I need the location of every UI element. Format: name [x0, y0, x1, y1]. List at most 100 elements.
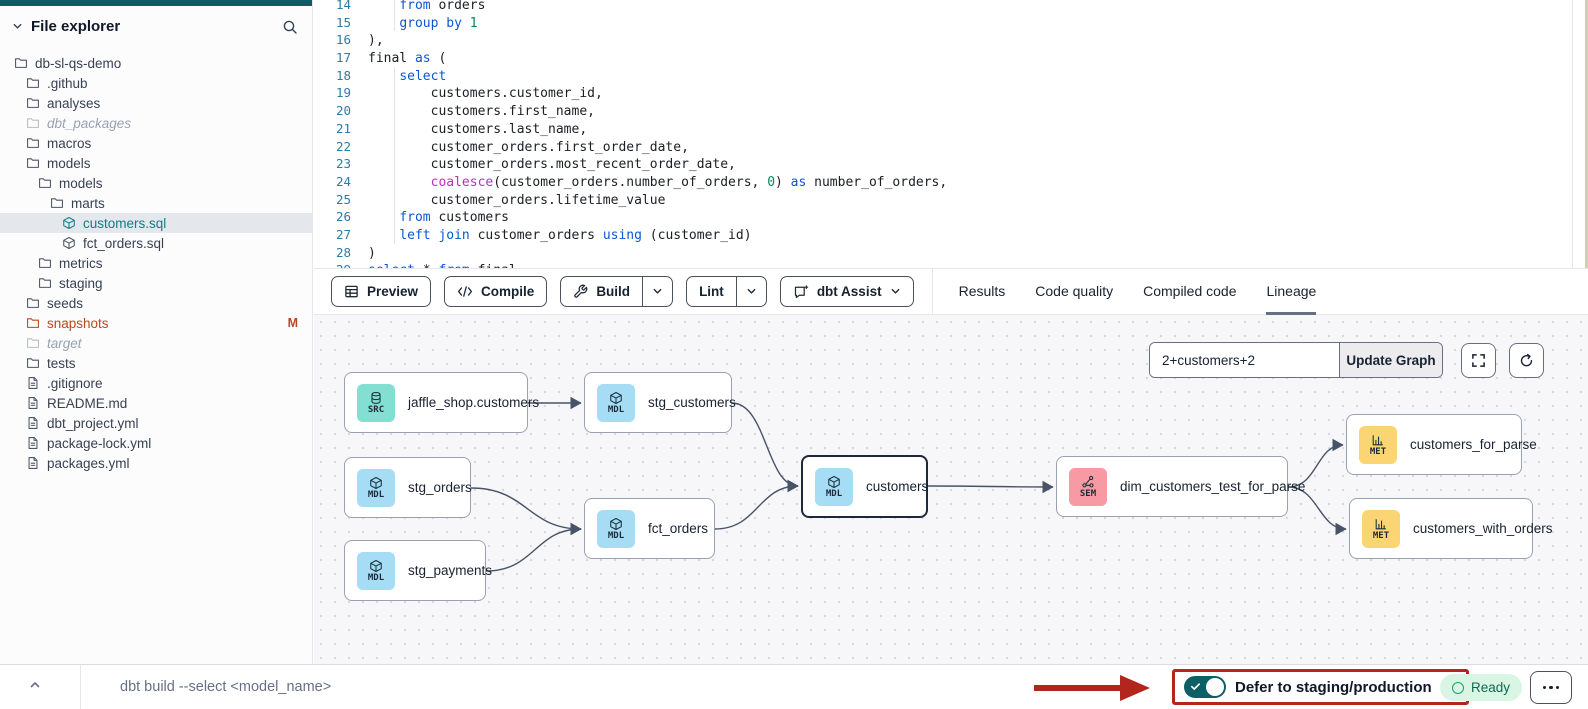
- share-icon: [1081, 475, 1095, 489]
- code-line: 15 group by 1: [314, 14, 1588, 32]
- lineage-canvas[interactable]: Update Graph SRCjaffle_shop.customers MDL…: [314, 315, 1588, 664]
- bars-icon: [1374, 517, 1388, 531]
- sidebar-item-dbt-project-yml[interactable]: dbt_project.yml: [0, 413, 312, 433]
- sidebar-item-github[interactable]: .github: [0, 73, 312, 93]
- code-editor[interactable]: 14 from orders15 group by 116),17final a…: [314, 0, 1588, 268]
- node-type-label: MET: [1370, 447, 1386, 457]
- defer-annotation-box: Defer to staging/production ?: [1172, 669, 1469, 705]
- update-graph-button[interactable]: Update Graph: [1339, 343, 1442, 377]
- search-icon[interactable]: [282, 19, 298, 35]
- tab-compiled-code[interactable]: Compiled code: [1143, 268, 1236, 315]
- assist-icon: [793, 284, 809, 300]
- chevron-down-icon: [652, 286, 663, 297]
- result-tabs: Results Code quality Compiled code Lineage: [933, 268, 1317, 315]
- build-button-main[interactable]: Build: [561, 277, 642, 306]
- sidebar-item-label: dbt_project.yml: [47, 416, 139, 431]
- sidebar-item-marts[interactable]: marts: [0, 193, 312, 213]
- tab-lineage[interactable]: Lineage: [1266, 268, 1316, 315]
- sidebar-item-label: metrics: [59, 256, 103, 271]
- sidebar-item-label: macros: [47, 136, 91, 151]
- lineage-node-jaffle_shop_customers[interactable]: SRCjaffle_shop.customers: [344, 372, 528, 433]
- command-input[interactable]: [120, 674, 980, 700]
- lineage-node-stg_orders[interactable]: MDLstg_orders: [344, 457, 471, 518]
- node-label: customers_with_orders: [1413, 521, 1553, 536]
- sidebar-item-label: package-lock.yml: [47, 436, 151, 451]
- preview-button-main[interactable]: Preview: [332, 277, 430, 306]
- lineage-node-customers[interactable]: MDLcustomers: [801, 455, 928, 518]
- code-line: 18 select: [314, 67, 1588, 85]
- lineage-controls: Update Graph: [1149, 342, 1544, 378]
- chevron-up-icon[interactable]: [28, 678, 42, 692]
- lineage-filter-input[interactable]: [1150, 343, 1339, 377]
- sidebar-item-target[interactable]: target: [0, 333, 312, 353]
- code-text: customers.first_name,: [351, 104, 595, 119]
- sidebar-item-models[interactable]: models: [0, 153, 312, 173]
- sidebar-item-db-sl-qs-demo[interactable]: db-sl-qs-demo: [0, 53, 312, 73]
- sidebar-item-staging[interactable]: staging: [0, 273, 312, 293]
- sidebar-item-readme-md[interactable]: README.md: [0, 393, 312, 413]
- lint-button[interactable]: Lint: [686, 276, 767, 307]
- refresh-button[interactable]: [1509, 343, 1544, 378]
- node-type-badge: MDL: [815, 468, 853, 506]
- folder-icon: [26, 136, 40, 150]
- edge-stg_orders-to-fct_orders: [471, 488, 581, 529]
- wrench-icon: [573, 284, 588, 299]
- more-options-button[interactable]: [1530, 671, 1572, 704]
- edge-stg_customers-to-customers: [732, 403, 798, 486]
- sidebar-item-macros[interactable]: macros: [0, 133, 312, 153]
- sidebar-item-label: seeds: [47, 296, 83, 311]
- defer-toggle[interactable]: [1184, 676, 1226, 698]
- sidebar-item-fct-orders-sql[interactable]: fct_orders.sql: [0, 233, 312, 253]
- sidebar-item-gitignore[interactable]: .gitignore: [0, 373, 312, 393]
- folder-icon: [26, 156, 40, 170]
- editor-action-bar: Preview Compile Build Lint dbt Assist Result…: [314, 268, 1588, 315]
- editor-scrollbar[interactable]: [1572, 0, 1573, 268]
- edge-customers-to-dim_customers_test_for_parse: [928, 486, 1053, 487]
- tab-results[interactable]: Results: [959, 268, 1006, 315]
- sidebar-item-label: fct_orders.sql: [83, 236, 164, 251]
- sidebar-item-tests[interactable]: tests: [0, 353, 312, 373]
- sidebar-item-label: snapshots: [47, 316, 109, 331]
- sidebar-item-label: packages.yml: [47, 456, 130, 471]
- file-icon: [26, 396, 40, 410]
- lineage-node-stg_customers[interactable]: MDLstg_customers: [584, 372, 732, 433]
- compile-button-main[interactable]: Compile: [445, 277, 546, 306]
- sidebar-item-customers-sql[interactable]: customers.sql: [0, 213, 312, 233]
- sidebar-item-metrics[interactable]: metrics: [0, 253, 312, 273]
- lineage-node-fct_orders[interactable]: MDLfct_orders: [584, 498, 715, 559]
- indent-guide: [394, 226, 395, 244]
- preview-button[interactable]: Preview: [331, 276, 431, 307]
- cube-icon: [62, 216, 76, 230]
- folder-icon: [26, 96, 40, 110]
- sidebar-item-snapshots[interactable]: snapshots M: [0, 313, 312, 333]
- sidebar-item-packages-yml[interactable]: packages.yml: [0, 453, 312, 473]
- sidebar-item-models[interactable]: models: [0, 173, 312, 193]
- node-type-label: MDL: [608, 531, 624, 541]
- build-menu-button[interactable]: [642, 277, 672, 306]
- node-type-badge: MET: [1359, 426, 1397, 464]
- lint-button-main[interactable]: Lint: [687, 277, 736, 306]
- tab-code-quality[interactable]: Code quality: [1035, 268, 1113, 315]
- line-number: 21: [314, 120, 351, 138]
- sidebar-item-analyses[interactable]: analyses: [0, 93, 312, 113]
- sidebar-item-package-lock-yml[interactable]: package-lock.yml: [0, 433, 312, 453]
- sidebar-item-seeds[interactable]: seeds: [0, 293, 312, 313]
- lineage-node-customers_with_orders[interactable]: METcustomers_with_orders: [1349, 498, 1533, 559]
- lineage-node-customers_for_parse[interactable]: METcustomers_for_parse: [1346, 414, 1522, 475]
- chevron-down-icon[interactable]: [12, 21, 23, 32]
- sidebar-item-label: staging: [59, 276, 103, 291]
- node-type-badge: MDL: [357, 469, 395, 507]
- dbt-assist-button[interactable]: dbt Assist: [780, 276, 914, 307]
- sidebar-item-dbt-packages[interactable]: dbt_packages: [0, 113, 312, 133]
- fullscreen-button[interactable]: [1461, 343, 1496, 378]
- lineage-node-stg_payments[interactable]: MDLstg_payments: [344, 540, 486, 601]
- node-type-label: MDL: [368, 573, 384, 583]
- code-text: customers.customer_id,: [351, 86, 603, 101]
- lint-menu-button[interactable]: [736, 277, 766, 306]
- code-text: from customers: [351, 210, 509, 225]
- lineage-node-dim_customers_test_for_parse[interactable]: SEMdim_customers_test_for_parse: [1056, 456, 1288, 517]
- compile-button[interactable]: Compile: [444, 276, 547, 307]
- dbt-assist-button-main[interactable]: dbt Assist: [781, 277, 913, 306]
- git-status-badge: M: [288, 316, 298, 330]
- build-button[interactable]: Build: [560, 276, 673, 307]
